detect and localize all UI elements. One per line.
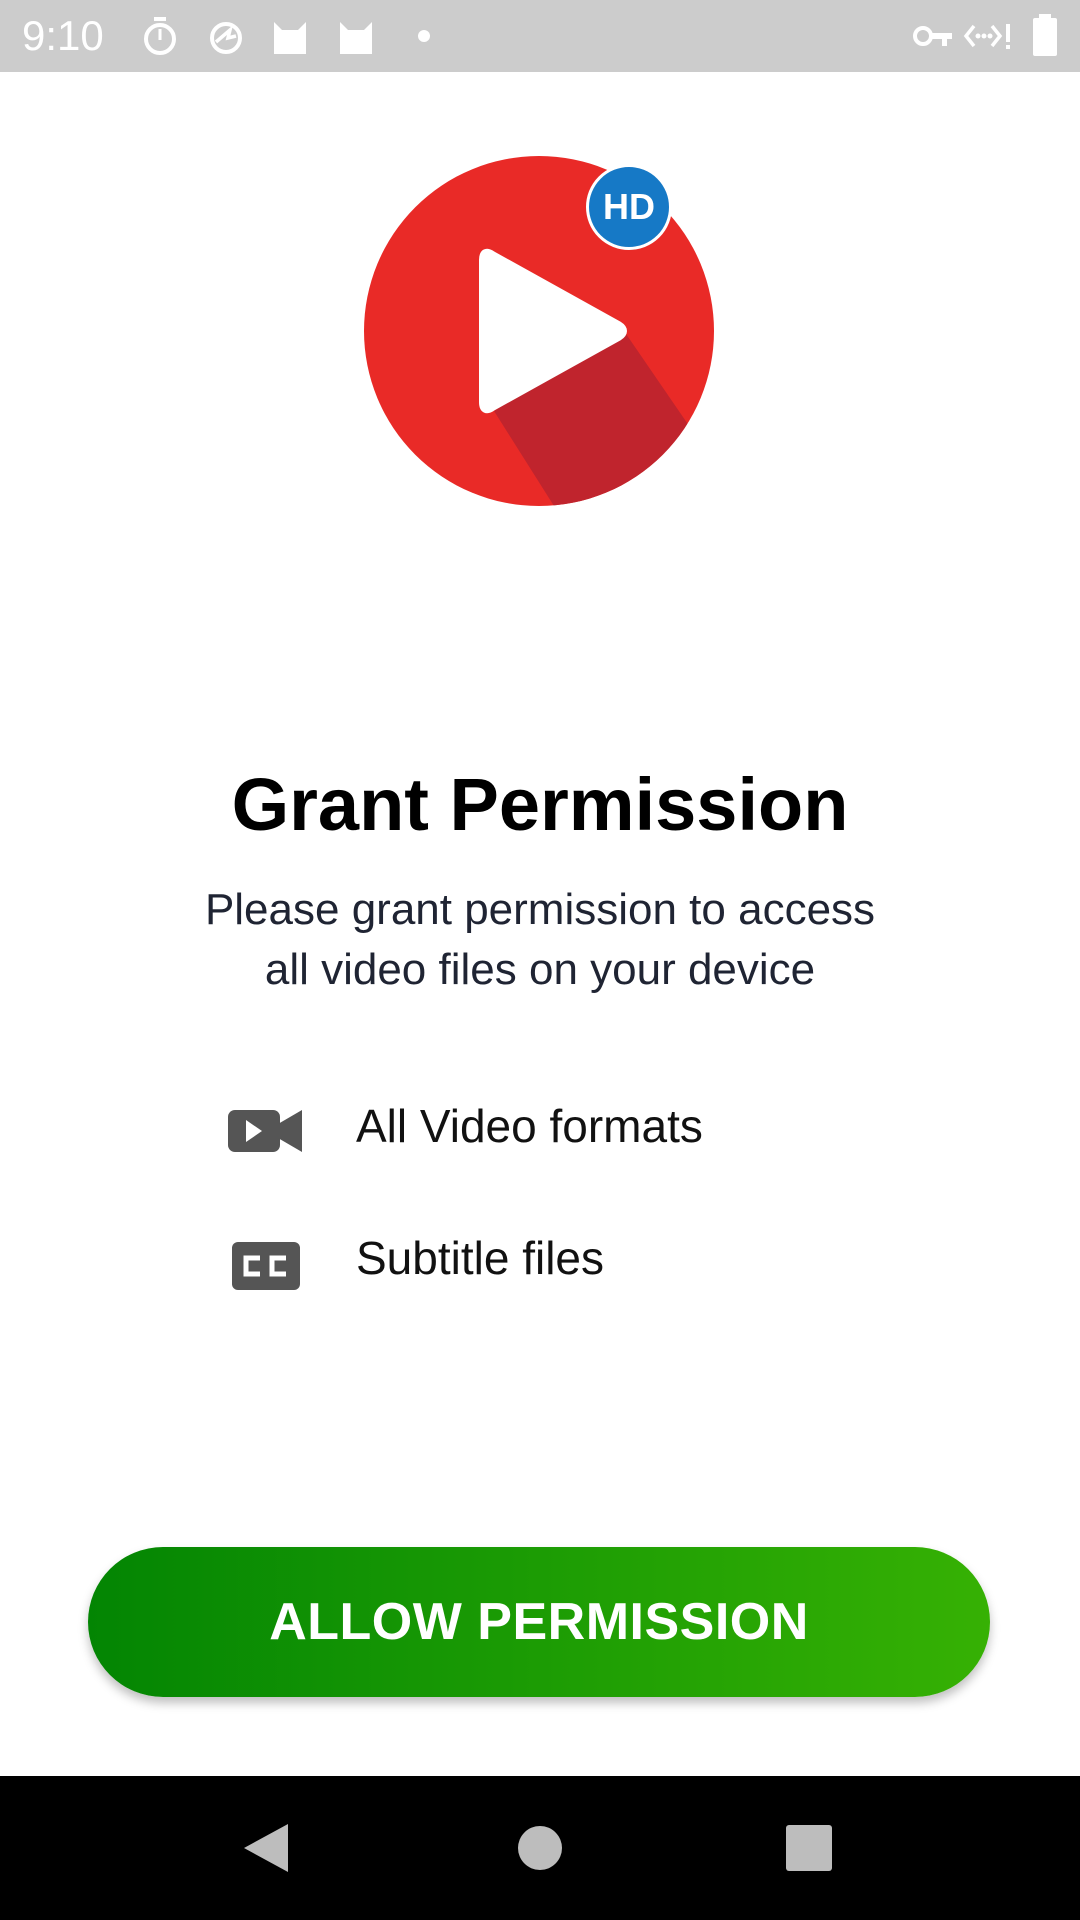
permission-description: Please grant permission to access all vi… <box>150 880 930 1000</box>
hd-badge: HD <box>586 164 672 250</box>
navigation-bar <box>0 1776 1080 1920</box>
description-line-2: all video files on your device <box>264 945 816 994</box>
back-icon[interactable] <box>230 1812 302 1884</box>
feature-label-video-formats: All Video formats <box>356 1100 703 1152</box>
status-bar: 9:10 <box>0 0 1080 72</box>
description-line-1: Please grant permission to access <box>204 885 876 934</box>
status-time: 9:10 <box>22 12 104 59</box>
sync-icon <box>210 22 242 54</box>
home-icon[interactable] <box>504 1812 576 1884</box>
cat-icon <box>274 22 306 54</box>
closed-caption-icon <box>232 1242 300 1290</box>
cat-icon <box>340 22 372 54</box>
stopwatch-icon <box>144 17 176 55</box>
data-arrows-icon <box>963 24 1010 49</box>
recents-icon[interactable] <box>773 1812 845 1884</box>
video-camera-icon <box>228 1110 302 1152</box>
vpn-key-icon <box>913 26 952 46</box>
battery-icon <box>1033 14 1057 56</box>
page-title: Grant Permission <box>231 763 849 846</box>
allow-permission-button[interactable]: ALLOW PERMISSION <box>88 1547 990 1697</box>
dot-icon <box>418 30 430 42</box>
feature-label-subtitle-files: Subtitle files <box>356 1232 605 1284</box>
